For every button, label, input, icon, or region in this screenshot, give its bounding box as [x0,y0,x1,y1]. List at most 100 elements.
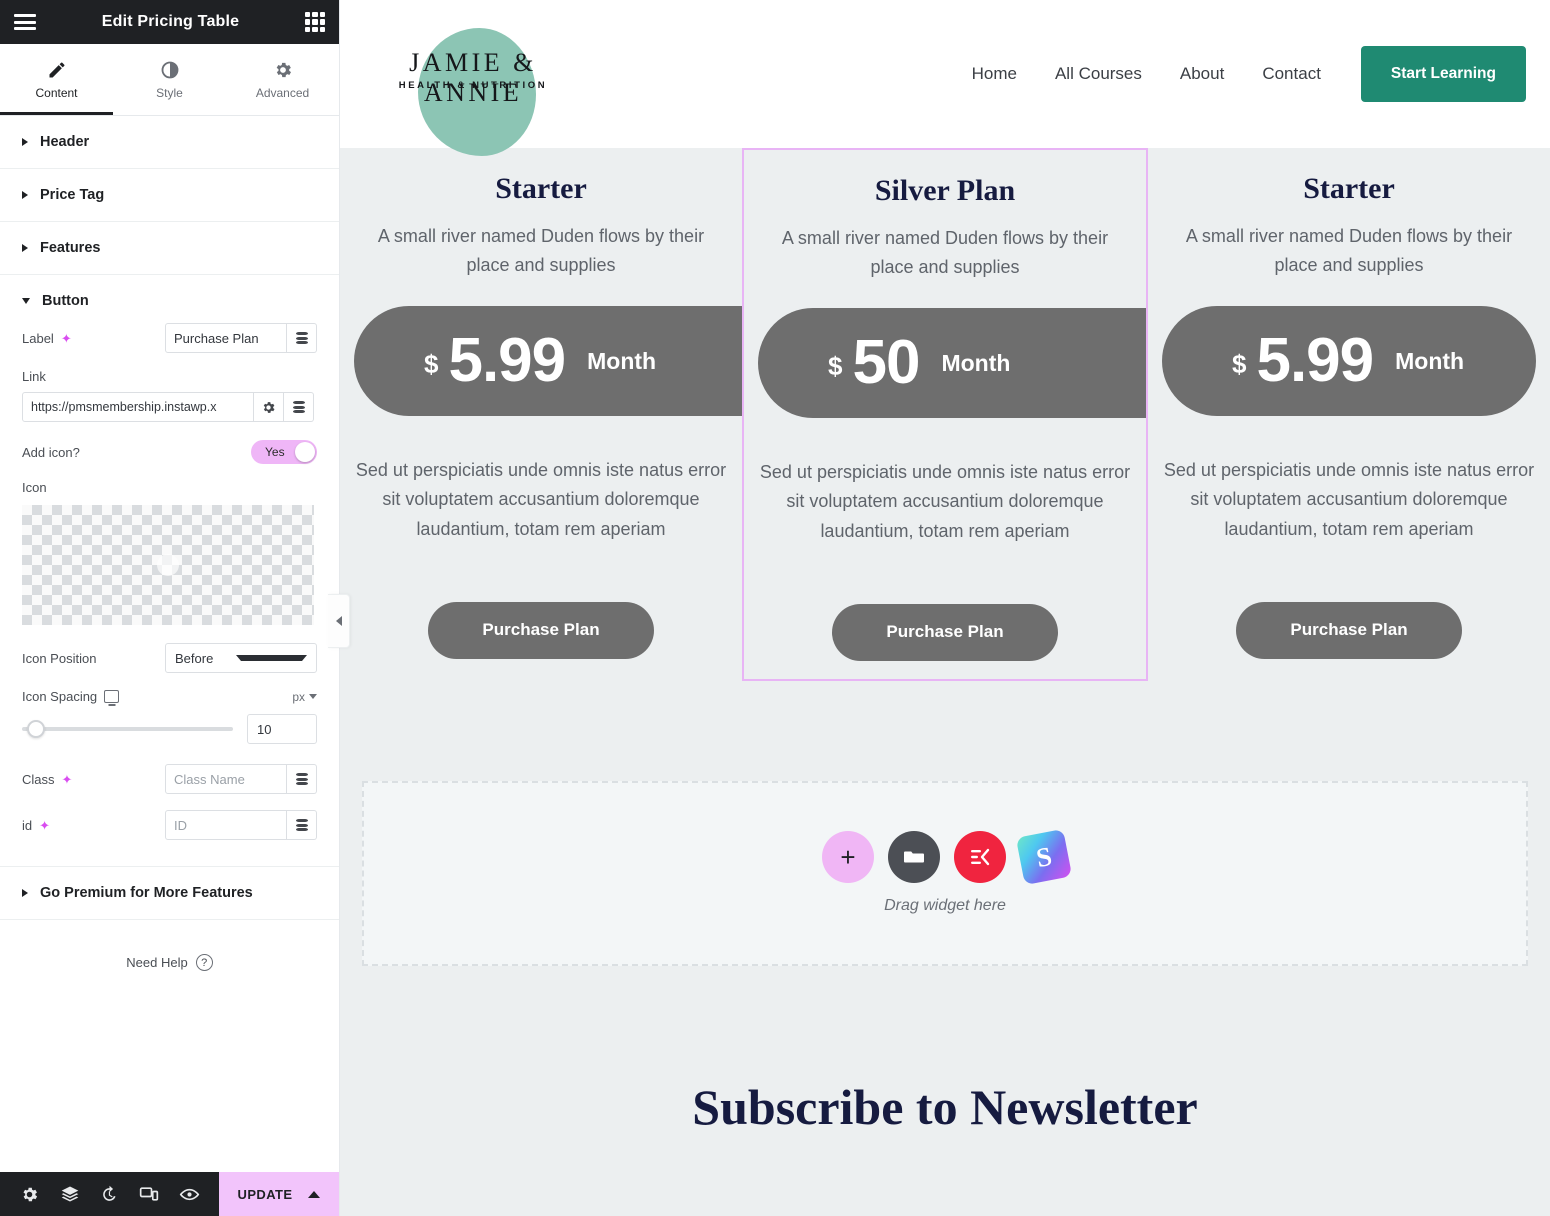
ai-sparkle-icon[interactable]: ✦ [61,332,72,345]
section-price-tag[interactable]: Price Tag [0,169,339,222]
id-field-label: id ✦ [22,817,51,833]
icon-spacing-label: Icon Spacing [22,689,292,704]
responsive-devices-icon[interactable] [129,1184,169,1204]
tab-advanced-label: Advanced [255,85,310,100]
database-stack-icon [295,773,308,785]
purchase-plan-button[interactable]: Purchase Plan [832,603,1058,661]
price-value: 5.99 [448,326,566,396]
history-icon[interactable] [90,1185,130,1204]
site-nav: Home All Courses About Contact [972,64,1321,84]
plan-button-wrap: Purchase Plan [758,603,1132,679]
chevron-down-icon [236,655,307,661]
plan-button-wrap: Purchase Plan [354,601,728,677]
panel-collapse-handle[interactable] [328,594,350,648]
section-button[interactable]: Button [0,275,339,319]
ai-sparkle-icon[interactable]: ✦ [62,773,73,786]
section-go-premium[interactable]: Go Premium for More Features [0,867,339,920]
logo-tagline-text: HEALTH & NUTRITION [398,80,548,91]
nav-item-about[interactable]: About [1180,64,1224,84]
chevron-right-icon [22,191,28,199]
pricing-card-2[interactable]: Silver Plan A small river named Duden fl… [742,148,1148,681]
slider-knob[interactable] [27,720,45,738]
tab-content-label: Content [35,85,78,100]
link-options-button[interactable] [254,392,284,422]
tab-content[interactable]: Content [0,44,113,115]
nav-item-all-courses[interactable]: All Courses [1055,64,1142,84]
preview-canvas: JAMIE & ANNIE HEALTH & NUTRITION Home Al… [340,0,1550,1216]
editor-panel: Edit Pricing Table Content Style Advance… [0,0,350,1216]
panel-footer-icons [0,1172,219,1216]
label-dynamic-tags-button[interactable] [287,323,317,353]
purchase-plan-button[interactable]: Purchase Plan [428,601,654,659]
link-dynamic-tags-button[interactable] [284,392,314,422]
grid-apps-icon[interactable] [305,12,325,32]
icon-spacing-slider[interactable] [22,720,233,738]
price-value: 5.99 [1256,326,1374,396]
folder-templates-icon[interactable] [888,831,940,884]
class-dynamic-tags-button[interactable] [287,764,317,794]
icon-position-select[interactable]: Before [165,643,317,673]
icon-position-value: Before [175,650,214,666]
add-widget-plus-icon[interactable]: + [822,831,874,884]
site-logo[interactable]: JAMIE & ANNIE HEALTH & NUTRITION [340,0,600,156]
toggle-knob [295,442,315,462]
chevron-right-icon [22,244,28,252]
need-help-link[interactable]: Need Help ? [0,920,339,1005]
icon-spacing-input[interactable] [247,714,317,744]
logo-brand-text: JAMIE & ANNIE [409,48,537,107]
icon-preview-area[interactable] [22,505,314,625]
hamburger-icon[interactable] [14,14,36,30]
nav-item-contact[interactable]: Contact [1262,64,1321,84]
pricing-card-3[interactable]: Starter A small river named Duden flows … [1148,148,1550,681]
preview-eye-icon[interactable] [169,1184,209,1205]
update-button[interactable]: UPDATE [219,1172,339,1216]
price-tag: $ 5.99 Month [354,306,742,417]
settings-gear-icon[interactable] [10,1185,50,1204]
plan-features: Sed ut perspiciatis unde omnis iste natu… [1163,460,1535,539]
class-field-label: Class ✦ [22,771,73,787]
ek-elementskit-icon[interactable] [954,831,1006,884]
ai-sparkle-icon[interactable]: ✦ [39,819,50,832]
section-features[interactable]: Features [0,222,339,275]
shapes-gradient-icon[interactable]: S [1015,829,1073,886]
price-value: 50 [852,328,920,398]
link-input[interactable] [22,392,254,422]
price-period: Month [1395,347,1465,374]
start-learning-button[interactable]: Start Learning [1360,46,1526,102]
plan-description: A small river named Duden flows by their… [781,228,1109,278]
icon-spacing-slider-row [22,714,317,744]
responsive-desktop-icon[interactable] [104,690,120,703]
price-currency: $ [828,350,843,381]
class-input[interactable] [165,764,287,794]
layers-navigator-icon[interactable] [50,1184,90,1204]
editor-root: Edit Pricing Table Content Style Advance… [0,0,1550,1216]
update-button-label: UPDATE [237,1186,293,1202]
purchase-plan-button[interactable]: Purchase Plan [1236,601,1462,659]
price-currency: $ [424,348,439,379]
section-header[interactable]: Header [0,116,339,169]
plan-title: Silver Plan [874,174,1016,207]
plan-title: Starter [495,172,587,205]
panel-body: Header Price Tag Features Button Label ✦ [0,116,339,1172]
plan-features: Sed ut perspiciatis unde omnis iste natu… [355,460,727,539]
database-stack-icon [295,819,308,831]
add-icon-row: Add icon? Yes [22,440,317,464]
id-input[interactable] [165,810,287,840]
id-dynamic-tags-button[interactable] [287,810,317,840]
section-button-label: Button [42,293,89,309]
tab-style[interactable]: Style [113,44,226,115]
label-input[interactable] [165,323,287,353]
add-icon-toggle[interactable]: Yes [251,440,317,464]
pencil-icon [47,60,67,80]
add-icon-toggle-label: Yes [265,445,285,459]
icon-spacing-row: Icon Spacing px [22,689,317,704]
chevron-up-icon[interactable] [308,1190,321,1198]
tab-advanced[interactable]: Advanced [226,44,339,115]
panel-tabs: Content Style Advanced [0,44,339,116]
id-row: id ✦ [22,810,317,840]
pricing-card-1[interactable]: Starter A small river named Duden flows … [340,148,742,681]
drag-widget-dropzone[interactable]: + S Drag widget here [362,780,1528,966]
plan-features: Sed ut perspiciatis unde omnis iste natu… [759,462,1131,541]
nav-item-home[interactable]: Home [972,64,1017,84]
icon-spacing-unit-switch[interactable]: px [292,690,317,704]
